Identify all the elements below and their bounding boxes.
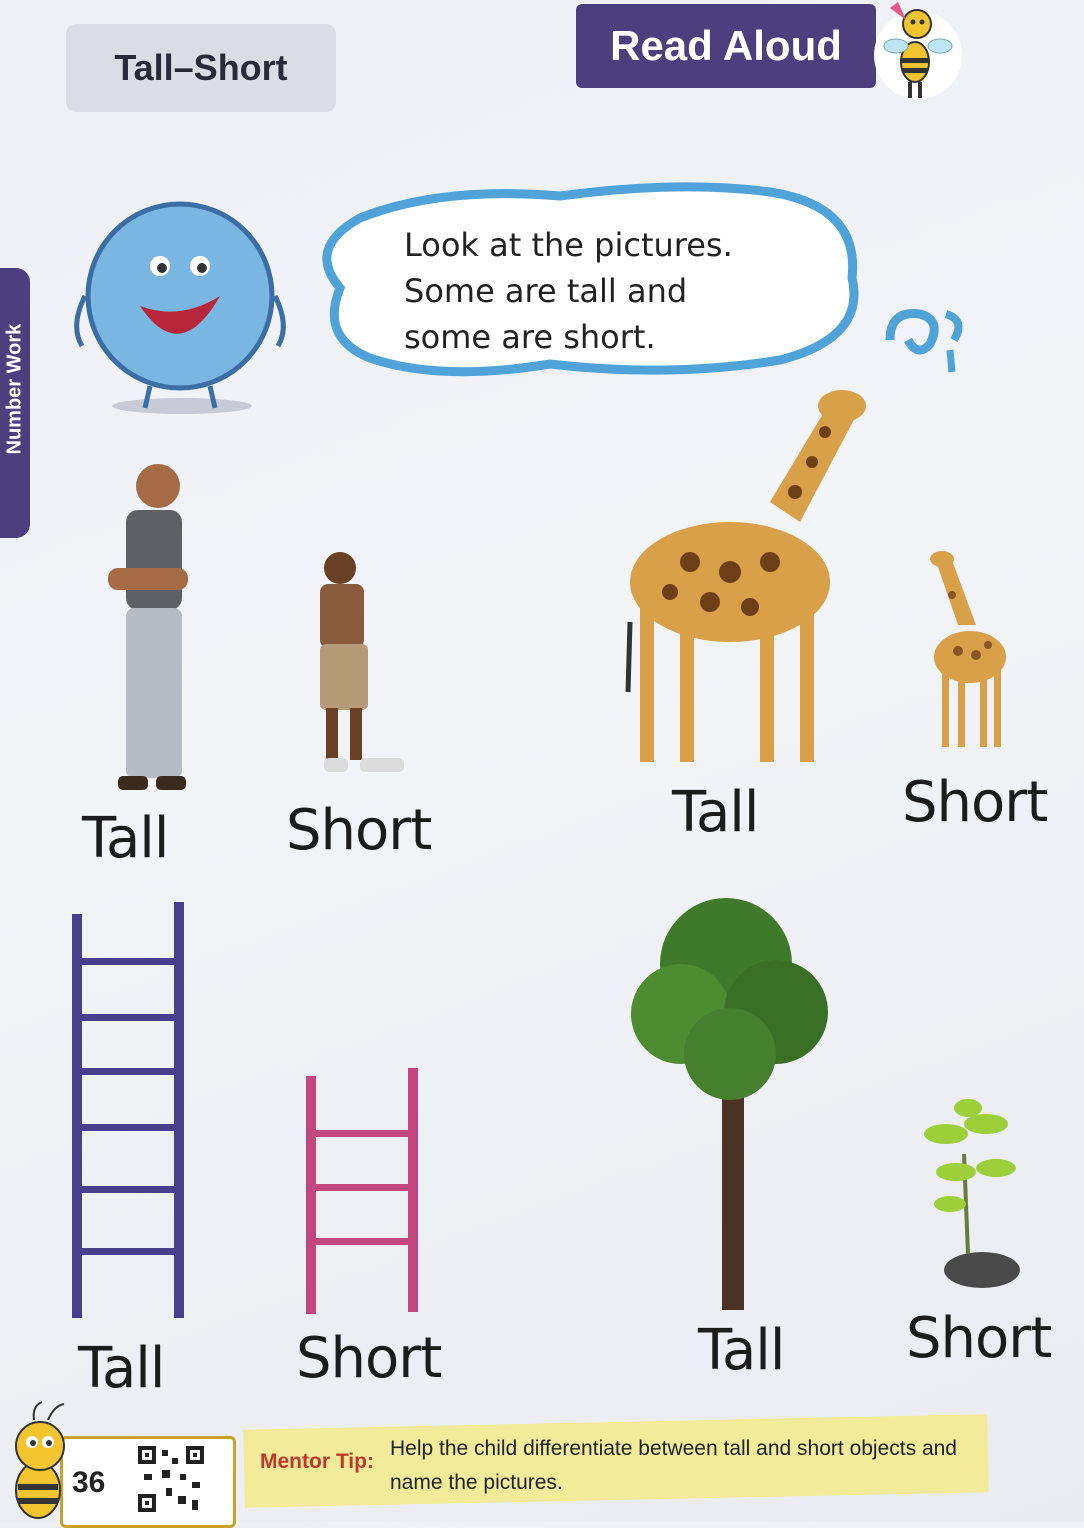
label-tall-giraffe: Tall	[672, 780, 759, 845]
short-giraffe-picture	[930, 551, 1006, 747]
read-aloud-banner: Read Aloud	[576, 4, 876, 88]
speech-line: some are short.	[404, 318, 656, 356]
speech-line: Some are tall and	[404, 272, 688, 310]
ball-character-icon	[74, 201, 286, 414]
mentor-tip-title: Mentor Tip:	[260, 1450, 374, 1473]
page-title: Tall–Short	[66, 24, 336, 112]
sapling-picture	[924, 1099, 1020, 1288]
speech-line: Look at the pictures.	[404, 226, 733, 264]
tall-man-picture	[108, 464, 188, 790]
label-short-boy: Short	[286, 798, 432, 863]
label-tall-tree: Tall	[698, 1318, 785, 1383]
swirl-decoration-icon	[885, 309, 963, 373]
short-boy-picture	[320, 552, 404, 772]
side-tab: Number Work	[0, 268, 30, 538]
page-number: 36	[72, 1466, 106, 1499]
tall-ladder-picture	[72, 902, 184, 1318]
short-ladder-picture	[306, 1068, 418, 1314]
label-tall-ladder: Tall	[78, 1336, 165, 1401]
speech-bubble-text: Look at the pictures. Some are tall and …	[404, 222, 824, 360]
side-tab-label: Number Work	[3, 323, 26, 455]
label-short-ladder: Short	[296, 1326, 442, 1391]
label-short-giraffe: Short	[902, 770, 1048, 835]
mentor-tip-text: Help the child differentiate between tal…	[390, 1437, 957, 1494]
tall-tree-picture	[631, 898, 828, 1310]
label-sapling: Short	[906, 1306, 1052, 1371]
bee-mascot-icon	[874, 2, 962, 99]
tall-giraffe-picture	[625, 390, 866, 762]
qr-code-icon[interactable]	[136, 1444, 206, 1514]
bee-footer-icon	[15, 1401, 65, 1519]
label-tall-man: Tall	[82, 806, 169, 871]
